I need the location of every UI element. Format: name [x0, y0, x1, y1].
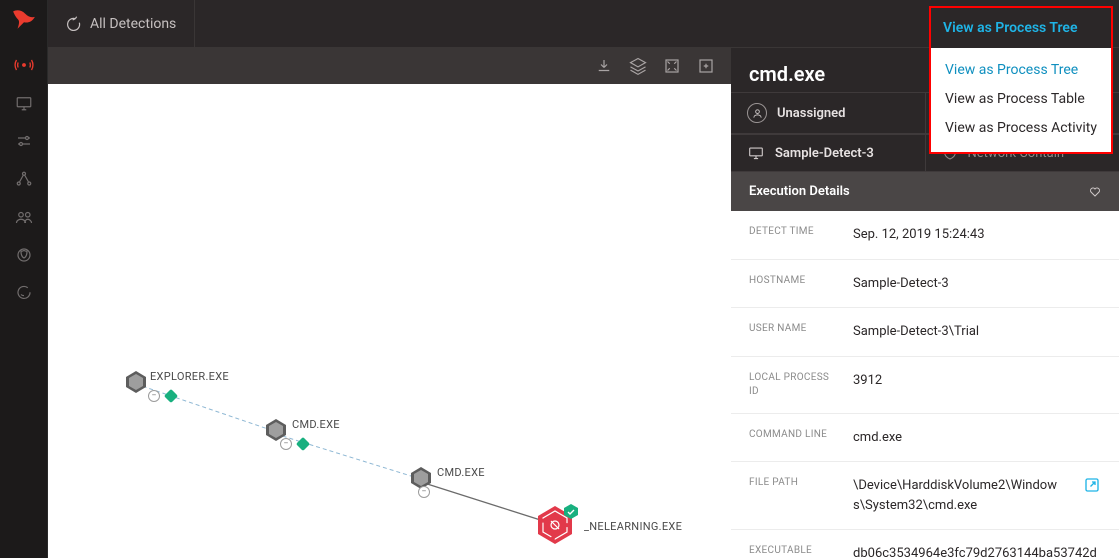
detail-row: FILE PATH \Device\HarddiskVolume2\Window… [731, 462, 1119, 530]
node-label: _NELEARNING.EXE [584, 520, 682, 533]
section-execution-details[interactable]: Execution Details [731, 172, 1119, 211]
nav-rail [0, 0, 48, 558]
detail-row: COMMAND LINEcmd.exe [731, 414, 1119, 463]
host-label: Sample-Detect-3 [775, 146, 874, 161]
user-icon [747, 103, 767, 123]
detail-row: LOCAL PROCESS ID3912 [731, 357, 1119, 414]
view-as-dropdown-header[interactable]: View as Process Tree [931, 8, 1111, 48]
heart-icon [1089, 186, 1101, 198]
dropdown-header-label: View as Process Tree [943, 20, 1078, 36]
back-all-detections[interactable]: All Detections [48, 0, 195, 48]
brand-logo-icon [11, 6, 37, 36]
layers-icon[interactable] [625, 53, 651, 79]
dropdown-item-process-table[interactable]: View as Process Table [931, 85, 1111, 114]
monitor-icon [747, 146, 765, 160]
detail-row: HOSTNAMESample-Detect-3 [731, 260, 1119, 309]
assign-chip[interactable]: Unassigned [731, 93, 926, 133]
node-label: EXPLORER.EXE [150, 370, 229, 383]
node-controls[interactable]: − [418, 486, 430, 498]
rail-item-users[interactable] [0, 198, 48, 236]
node-label: CMD.EXE [437, 466, 485, 479]
detail-row: DETECT TIMESep. 12, 2019 15:24:43 [731, 211, 1119, 260]
rail-item-graph[interactable] [0, 160, 48, 198]
detail-row: EXECUTABLEdb06c3534964e3fc79d2763144ba53… [731, 530, 1119, 558]
section-label: Execution Details [749, 184, 850, 199]
back-label: All Detections [90, 16, 176, 32]
dropdown-item-process-activity[interactable]: View as Process Activity [931, 114, 1111, 143]
rail-item-chat[interactable] [0, 274, 48, 312]
dropdown-list: View as Process Tree View as Process Tab… [931, 48, 1111, 152]
expand-icon[interactable] [659, 53, 685, 79]
rail-item-sliders[interactable] [0, 122, 48, 160]
rail-item-monitor[interactable] [0, 84, 48, 122]
rail-item-signal[interactable] [0, 46, 48, 84]
host-chip[interactable]: Sample-Detect-3 [731, 135, 926, 171]
back-arrow-icon [66, 16, 82, 32]
node-controls[interactable]: − [280, 438, 308, 450]
process-tree-canvas[interactable]: EXPLORER.EXE − CMD.EXE − CMD.EXE − _NELE… [48, 84, 731, 558]
fullscreen-icon[interactable] [693, 53, 719, 79]
detail-row: USER NAMESample-Detect-3\Trial [731, 308, 1119, 357]
dropdown-item-process-tree[interactable]: View as Process Tree [931, 56, 1111, 85]
open-external-icon[interactable] [1083, 476, 1101, 494]
assign-label: Unassigned [777, 106, 846, 121]
node-controls[interactable]: − [148, 390, 176, 402]
download-icon[interactable] [591, 53, 617, 79]
canvas-toolbar [48, 48, 731, 84]
rail-item-shield[interactable] [0, 236, 48, 274]
node-label: CMD.EXE [292, 418, 340, 431]
view-as-dropdown: View as Process Tree View as Process Tre… [929, 6, 1113, 154]
